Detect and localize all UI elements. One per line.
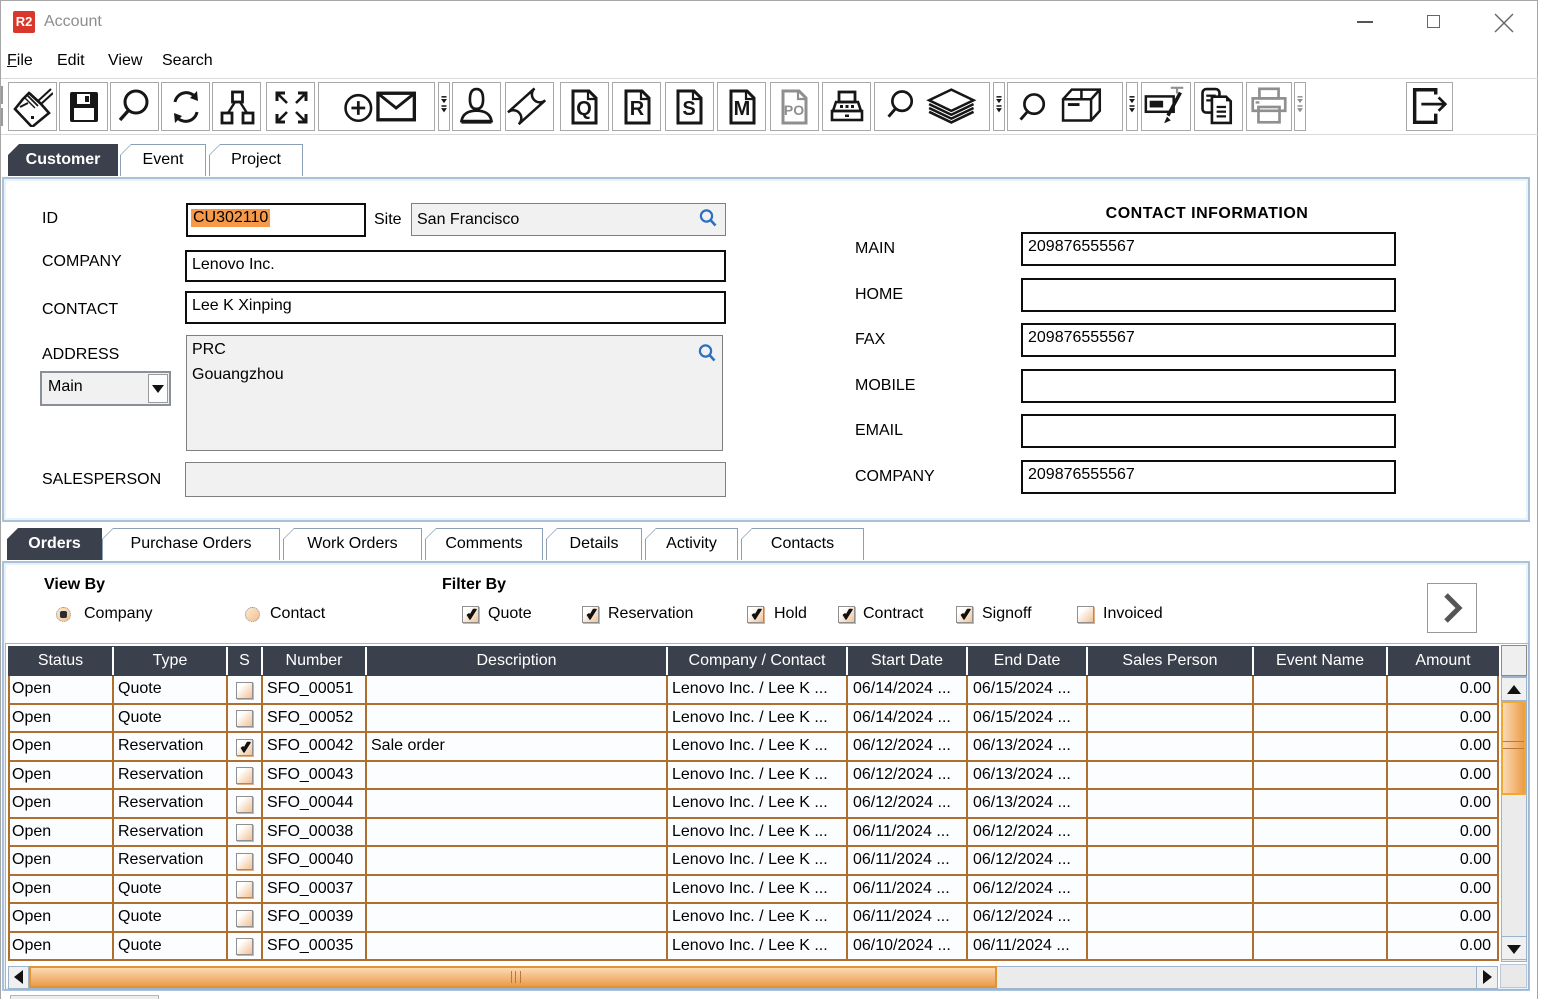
svg-text:PO: PO xyxy=(784,102,804,118)
svg-text:M: M xyxy=(733,98,750,120)
svg-text:S: S xyxy=(682,98,695,120)
svg-text:Q: Q xyxy=(576,98,592,120)
svg-text:R: R xyxy=(629,98,644,120)
